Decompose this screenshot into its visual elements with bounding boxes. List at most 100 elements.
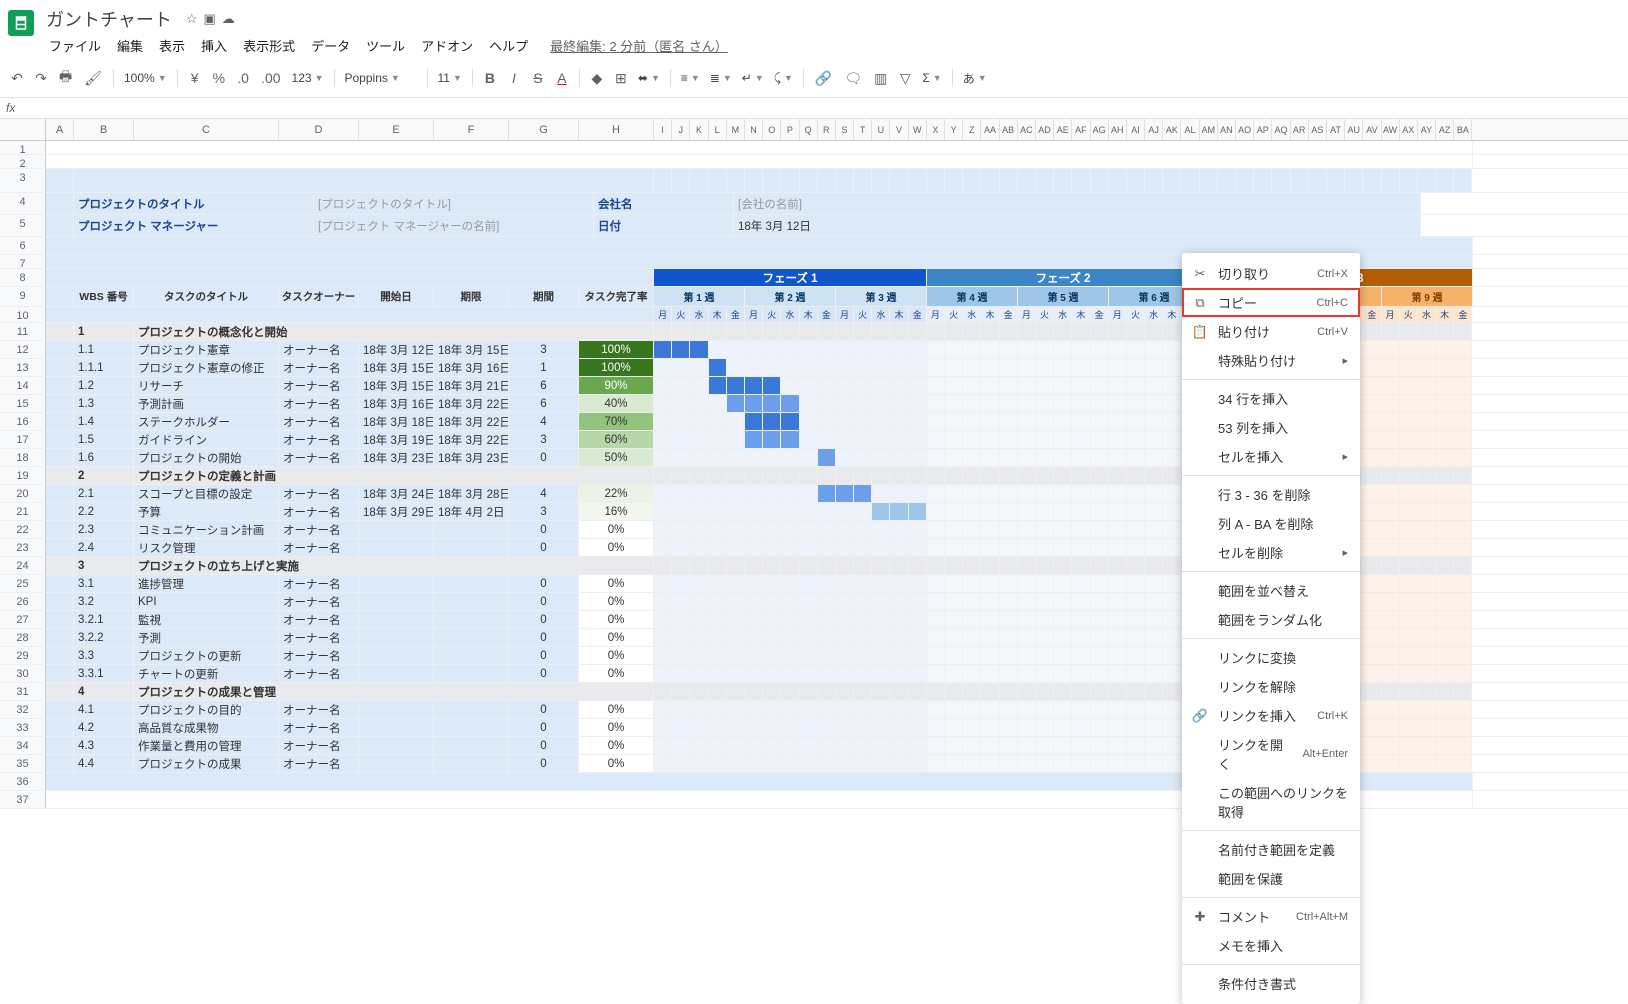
cell[interactable] bbox=[1127, 593, 1145, 610]
cell[interactable] bbox=[1163, 169, 1181, 192]
cell[interactable] bbox=[1018, 575, 1036, 592]
cell[interactable] bbox=[434, 629, 509, 646]
cell[interactable] bbox=[890, 169, 908, 192]
cell[interactable] bbox=[1036, 737, 1054, 754]
cell[interactable]: プロジェクトの更新 bbox=[134, 647, 279, 664]
cell[interactable] bbox=[1400, 755, 1418, 772]
row-header[interactable]: 32 bbox=[0, 701, 46, 718]
cell[interactable] bbox=[927, 629, 945, 646]
row-header[interactable]: 4 bbox=[0, 193, 46, 214]
cell[interactable] bbox=[1036, 539, 1054, 556]
cell[interactable] bbox=[981, 377, 999, 394]
cell[interactable] bbox=[1091, 169, 1109, 192]
cell[interactable] bbox=[727, 377, 745, 394]
cell[interactable] bbox=[1018, 611, 1036, 628]
ctx-open-link[interactable]: リンクを開くAlt+Enter bbox=[1182, 730, 1360, 778]
cell[interactable] bbox=[763, 647, 781, 664]
cell[interactable] bbox=[927, 341, 945, 358]
cell[interactable]: 監視 bbox=[134, 611, 279, 628]
cell[interactable] bbox=[1072, 377, 1090, 394]
cell[interactable] bbox=[654, 701, 672, 718]
cell[interactable]: タスク完了率 bbox=[579, 287, 654, 306]
cell[interactable] bbox=[1018, 737, 1036, 754]
cell[interactable]: オーナー名 bbox=[279, 341, 359, 358]
cell[interactable] bbox=[763, 359, 781, 376]
cell[interactable] bbox=[1018, 557, 1036, 574]
cell[interactable] bbox=[46, 647, 74, 664]
cell[interactable] bbox=[800, 647, 818, 664]
column-header[interactable]: M bbox=[727, 119, 745, 140]
cell[interactable] bbox=[745, 575, 763, 592]
cell[interactable] bbox=[1109, 169, 1127, 192]
cell[interactable] bbox=[672, 701, 690, 718]
column-header[interactable]: AN bbox=[1218, 119, 1236, 140]
cell[interactable] bbox=[927, 503, 945, 520]
cell[interactable] bbox=[672, 359, 690, 376]
cell[interactable]: オーナー名 bbox=[279, 431, 359, 448]
cell[interactable] bbox=[46, 701, 74, 718]
increase-decimal-button[interactable]: .00 bbox=[256, 67, 285, 89]
cell[interactable]: 予測計画 bbox=[134, 395, 279, 412]
cell[interactable] bbox=[672, 593, 690, 610]
cell[interactable] bbox=[434, 647, 509, 664]
cell[interactable] bbox=[927, 169, 945, 192]
cell[interactable]: 0 bbox=[509, 611, 579, 628]
cell[interactable] bbox=[872, 341, 890, 358]
cell[interactable] bbox=[1382, 539, 1400, 556]
cell[interactable] bbox=[1400, 683, 1418, 700]
cell[interactable] bbox=[963, 539, 981, 556]
cell[interactable] bbox=[1018, 359, 1036, 376]
cell[interactable] bbox=[1109, 341, 1127, 358]
cell[interactable] bbox=[1072, 557, 1090, 574]
cell[interactable] bbox=[800, 431, 818, 448]
cell[interactable] bbox=[709, 593, 727, 610]
cell[interactable] bbox=[690, 377, 708, 394]
rotate-button[interactable]: ⤹▼ bbox=[770, 69, 797, 88]
cell[interactable] bbox=[800, 395, 818, 412]
cell[interactable]: 1.2 bbox=[74, 377, 134, 394]
currency-button[interactable]: ¥ bbox=[184, 67, 206, 89]
cell[interactable] bbox=[1000, 169, 1018, 192]
row-header[interactable]: 26 bbox=[0, 593, 46, 610]
cell[interactable] bbox=[727, 629, 745, 646]
ctx-insert-rows[interactable]: 34 行を挿入 bbox=[1182, 384, 1360, 413]
cell[interactable] bbox=[1436, 395, 1454, 412]
cell[interactable] bbox=[890, 431, 908, 448]
cell[interactable] bbox=[872, 701, 890, 718]
cell[interactable] bbox=[1091, 377, 1109, 394]
cell[interactable] bbox=[1454, 467, 1472, 484]
cell[interactable]: オーナー名 bbox=[279, 755, 359, 772]
cell[interactable] bbox=[1363, 575, 1381, 592]
cell[interactable] bbox=[434, 611, 509, 628]
cell[interactable] bbox=[1418, 683, 1436, 700]
cell[interactable] bbox=[1454, 539, 1472, 556]
cell[interactable] bbox=[1418, 593, 1436, 610]
cell[interactable] bbox=[1054, 647, 1072, 664]
cell[interactable]: 3.2 bbox=[74, 593, 134, 610]
row-header[interactable]: 18 bbox=[0, 449, 46, 466]
cell[interactable] bbox=[763, 467, 781, 484]
cell[interactable] bbox=[727, 521, 745, 538]
cell[interactable] bbox=[745, 629, 763, 646]
cell[interactable] bbox=[1036, 755, 1054, 772]
column-header[interactable]: AV bbox=[1363, 119, 1381, 140]
row-header[interactable]: 35 bbox=[0, 755, 46, 772]
cell[interactable] bbox=[1127, 521, 1145, 538]
cell[interactable]: オーナー名 bbox=[279, 665, 359, 682]
cell[interactable] bbox=[654, 467, 672, 484]
cell[interactable] bbox=[1091, 719, 1109, 736]
cell[interactable] bbox=[1382, 169, 1400, 192]
column-header[interactable]: V bbox=[890, 119, 908, 140]
cell[interactable]: 18年 3月 28日 bbox=[434, 485, 509, 502]
cell[interactable] bbox=[890, 467, 908, 484]
ctx-copy[interactable]: ⧉コピーCtrl+C bbox=[1182, 288, 1360, 317]
filter-icon[interactable]: ▽ bbox=[894, 67, 916, 90]
cell[interactable] bbox=[672, 611, 690, 628]
spreadsheet-grid[interactable]: ABCDEFGHIJKLMNOPQRSTUVWXYZAAABACADAEAFAG… bbox=[0, 119, 1628, 809]
cell[interactable]: 0% bbox=[579, 755, 654, 772]
cell[interactable] bbox=[1436, 701, 1454, 718]
cell[interactable] bbox=[1436, 575, 1454, 592]
cell[interactable] bbox=[709, 359, 727, 376]
cell[interactable] bbox=[909, 449, 927, 466]
cell[interactable]: プロジェクトのタイトル bbox=[74, 193, 314, 214]
